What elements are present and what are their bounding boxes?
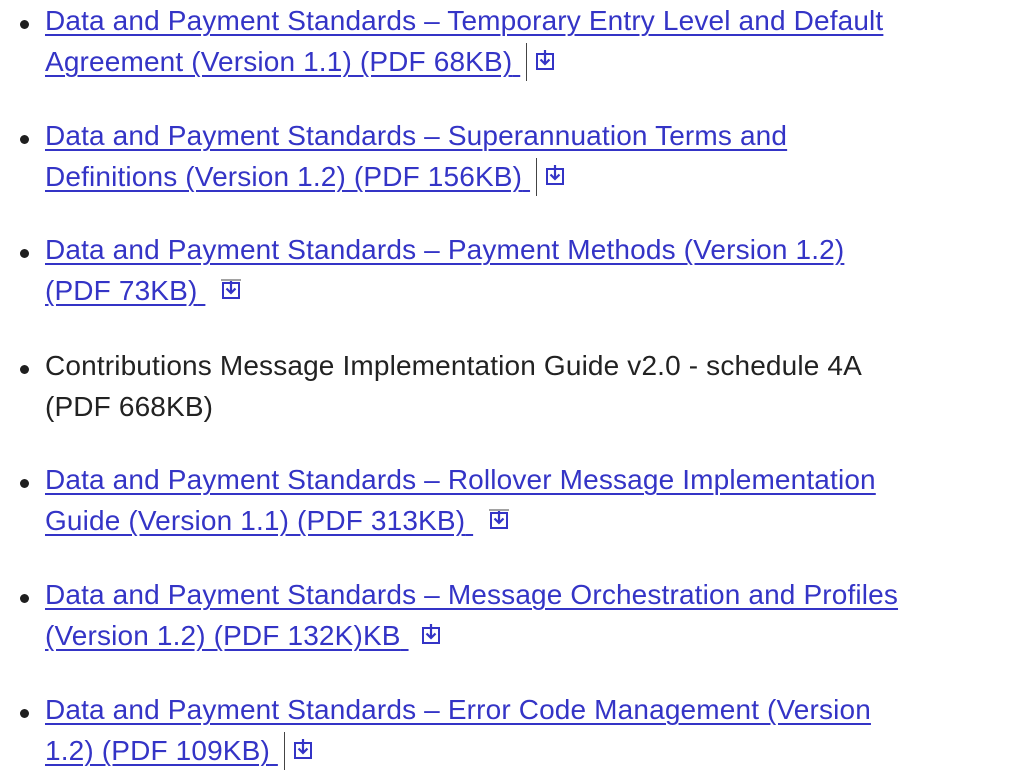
divider bbox=[283, 732, 285, 770]
bullet bbox=[20, 135, 29, 144]
link-line-1: Data and Payment Standards – Payment Met… bbox=[45, 234, 845, 265]
document-link[interactable]: Data and Payment Standards – Error Code … bbox=[45, 694, 871, 766]
bullet bbox=[20, 709, 29, 718]
text-line-1: Contributions Message Implementation Gui… bbox=[45, 350, 862, 381]
document-title: Contributions Message Implementation Gui… bbox=[45, 345, 1000, 427]
divider bbox=[536, 158, 538, 196]
download-icon[interactable] bbox=[421, 624, 441, 646]
document-link[interactable]: Data and Payment Standards – Superannuat… bbox=[45, 120, 787, 192]
download-icon[interactable] bbox=[221, 279, 242, 301]
link-line-1: Data and Payment Standards – Message Orc… bbox=[45, 579, 899, 610]
link-line-2: 1.2) (PDF 109KB) bbox=[45, 735, 270, 766]
bullet bbox=[20, 249, 29, 258]
document-link[interactable]: Data and Payment Standards – Rollover Me… bbox=[45, 464, 876, 536]
download-icon[interactable] bbox=[293, 739, 313, 761]
link-line-1: Data and Payment Standards – Error Code … bbox=[45, 694, 871, 725]
link-line-2: (PDF 73KB) bbox=[45, 275, 198, 306]
bullet bbox=[20, 20, 29, 29]
link-line-1: Data and Payment Standards – Superannuat… bbox=[45, 120, 788, 151]
download-icon[interactable] bbox=[489, 509, 510, 531]
text-line-2: (PDF 668KB) bbox=[45, 391, 214, 422]
link-line-1: Data and Payment Standards – Temporary E… bbox=[45, 5, 884, 36]
document-link[interactable]: Data and Payment Standards – Message Orc… bbox=[45, 579, 898, 651]
link-line-1: Data and Payment Standards – Rollover Me… bbox=[45, 464, 876, 495]
link-line-2: Definitions (Version 1.2) (PDF 156KB) bbox=[45, 161, 523, 192]
document-link[interactable]: Data and Payment Standards – Payment Met… bbox=[45, 234, 844, 306]
download-icon[interactable] bbox=[535, 50, 555, 72]
divider bbox=[526, 43, 528, 81]
link-line-2: (Version 1.2) (PDF 132K)KB bbox=[45, 620, 401, 651]
bullet bbox=[20, 479, 29, 488]
document-link[interactable]: Data and Payment Standards – Temporary E… bbox=[45, 5, 883, 77]
download-icon[interactable] bbox=[545, 165, 565, 187]
bullet bbox=[20, 594, 29, 603]
link-line-2: Agreement (Version 1.1) (PDF 68KB) bbox=[45, 46, 513, 77]
link-line-2: Guide (Version 1.1) (PDF 313KB) bbox=[45, 505, 466, 536]
bullet bbox=[20, 365, 29, 374]
